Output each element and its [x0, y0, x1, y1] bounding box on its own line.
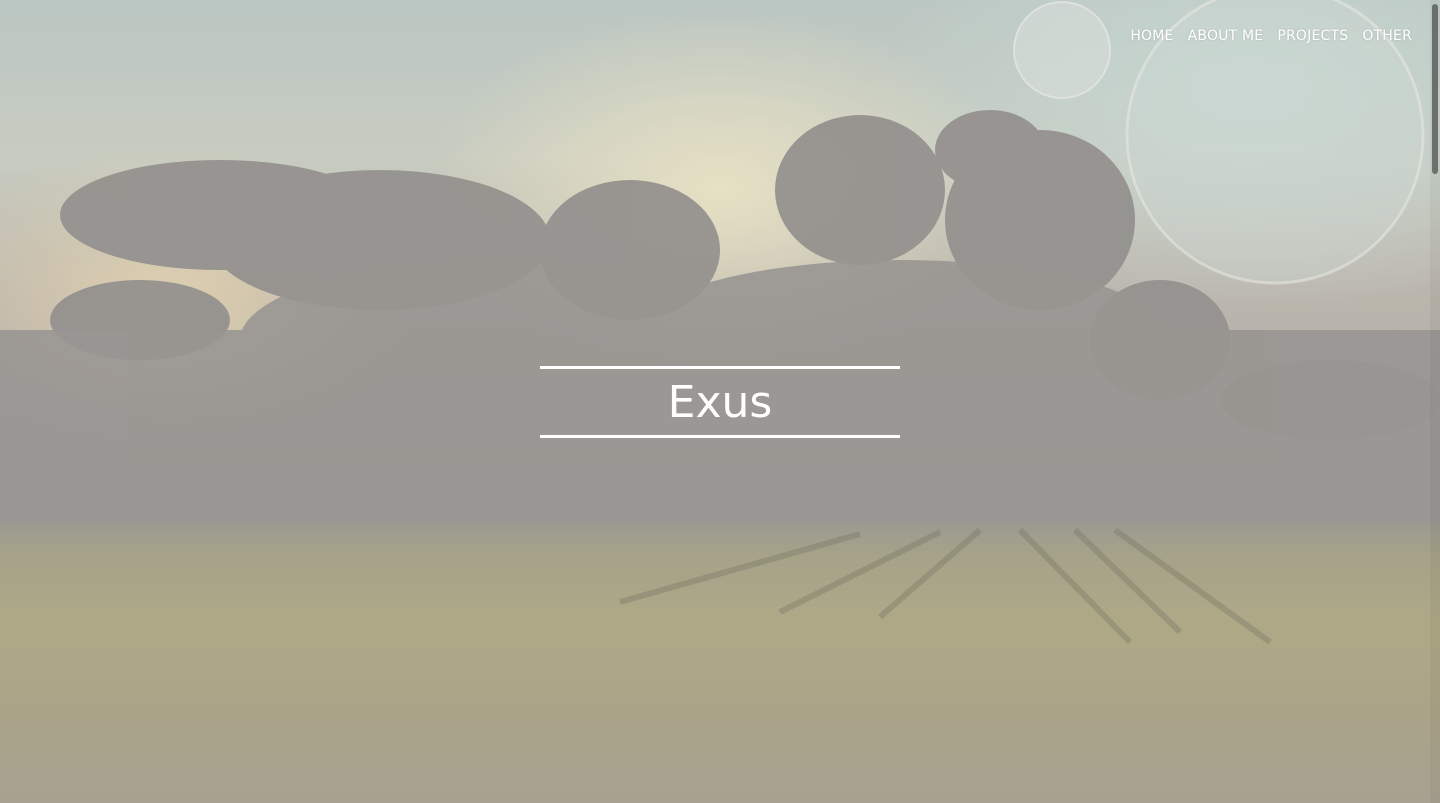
scrollbar[interactable] — [1430, 0, 1440, 803]
nav-about-me[interactable]: ABOUT ME — [1188, 28, 1264, 44]
scrollbar-thumb[interactable] — [1432, 4, 1438, 174]
hero-section: HOME ABOUT ME PROJECTS OTHER Exus — [0, 0, 1440, 803]
nav-other[interactable]: OTHER — [1362, 28, 1412, 44]
title-rule-top — [540, 366, 900, 369]
nav-home[interactable]: HOME — [1130, 28, 1173, 44]
hero-title: Exus — [667, 377, 773, 428]
nav-projects[interactable]: PROJECTS — [1277, 28, 1348, 44]
hero-title-block: Exus — [540, 366, 900, 438]
top-nav: HOME ABOUT ME PROJECTS OTHER — [1130, 28, 1412, 44]
title-rule-bottom — [540, 435, 900, 438]
